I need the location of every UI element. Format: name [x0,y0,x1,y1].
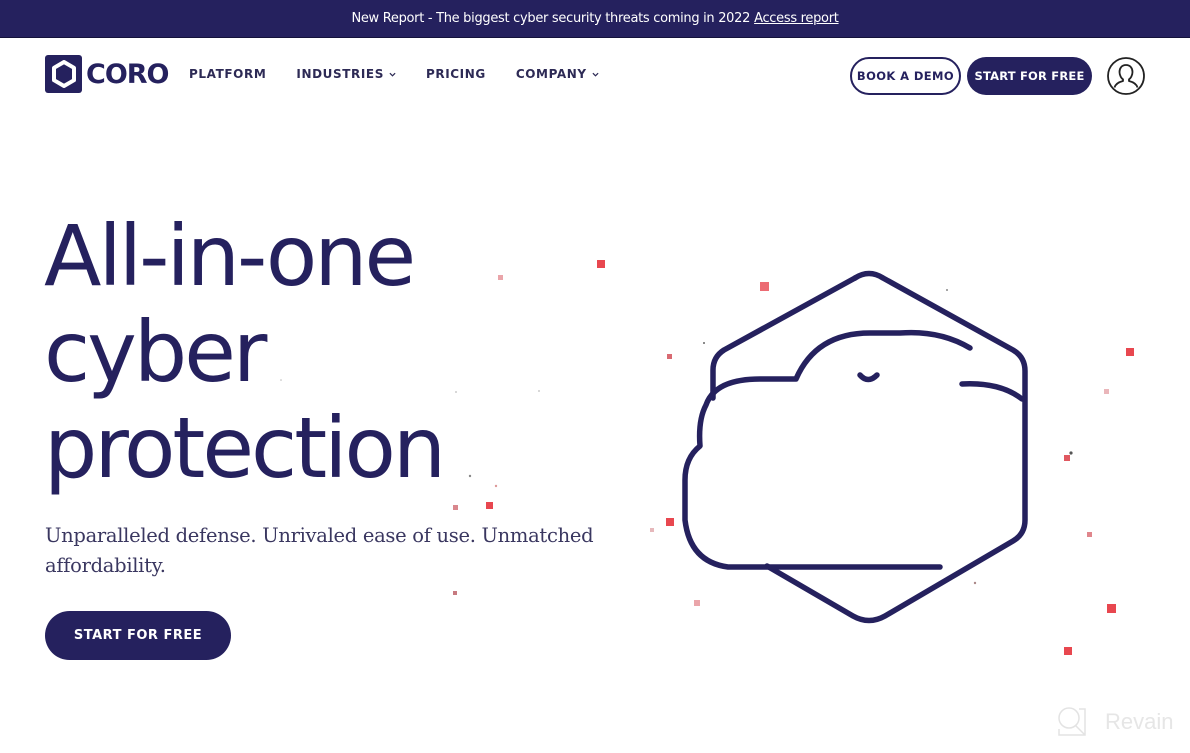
particle [455,391,457,393]
particle [453,505,458,510]
main-nav: CORO PLATFORM INDUSTRIES PRICING COMPANY… [0,38,1190,112]
particle [650,528,654,532]
hexagon-outline [764,270,1028,624]
banner-text: New Report - The biggest cyber security … [351,11,751,26]
access-report-link[interactable]: Access report [754,11,839,26]
nav-item-label: PLATFORM [189,67,267,81]
particle [494,484,498,488]
start-for-free-nav-button[interactable]: START FOR FREE [967,57,1092,95]
hero-title: All-in-one cyber protection [44,207,446,497]
particle [1064,455,1070,461]
smile-mark [857,372,880,383]
particle [538,390,540,392]
nav-item-industries[interactable]: INDUSTRIES [296,67,396,81]
logo-wordmark: CORO [86,58,170,90]
particle [1104,389,1109,394]
particle [498,275,503,280]
hero-title-line: cyber [44,303,267,401]
particle [667,354,672,359]
chevron-down-icon [389,72,396,77]
particle [1087,532,1092,537]
announcement-banner: New Report - The biggest cyber security … [0,0,1190,38]
particle [486,502,493,509]
particle [453,591,457,595]
nav-item-label: PRICING [425,67,486,81]
particle [1064,647,1072,655]
chevron-down-icon [592,72,599,77]
cloud-outline [682,329,973,570]
particle [1126,348,1134,356]
nav-item-pricing[interactable]: PRICING [426,67,486,81]
user-account-button[interactable] [1106,56,1146,96]
particle [760,282,769,291]
particle [973,581,977,585]
particle [694,600,700,606]
start-for-free-hero-button[interactable]: START FOR FREE [45,611,231,660]
revain-logo-icon [1058,707,1086,736]
particle [1069,451,1073,455]
nav-item-label: INDUSTRIES [296,67,384,81]
cloud-right-arc [959,381,1025,402]
hexagon-left-edge [710,275,858,401]
nav-menu: PLATFORM INDUSTRIES PRICING COMPANY [189,67,629,81]
particle [597,260,605,268]
particle [946,289,948,291]
nav-item-company[interactable]: COMPANY [516,67,599,81]
particle [468,474,472,478]
revain-watermark: Revain [1055,705,1173,739]
hero-subtitle: Unparalleled defense. Unrivaled ease of … [45,524,594,577]
particle [666,518,674,526]
book-demo-button[interactable]: BOOK A DEMO [850,57,961,95]
hero-title-line: protection [44,399,446,497]
hexagon-logo-icon [45,55,82,93]
hero-title-line: All-in-one [44,207,416,305]
particle [1107,604,1116,613]
coro-logo[interactable]: CORO [45,55,170,93]
particle [703,342,705,344]
nav-item-platform[interactable]: PLATFORM [189,67,266,81]
user-account-icon [1107,57,1145,95]
nav-item-label: COMPANY [515,67,587,81]
watermark-text: Revain [1105,709,1174,734]
